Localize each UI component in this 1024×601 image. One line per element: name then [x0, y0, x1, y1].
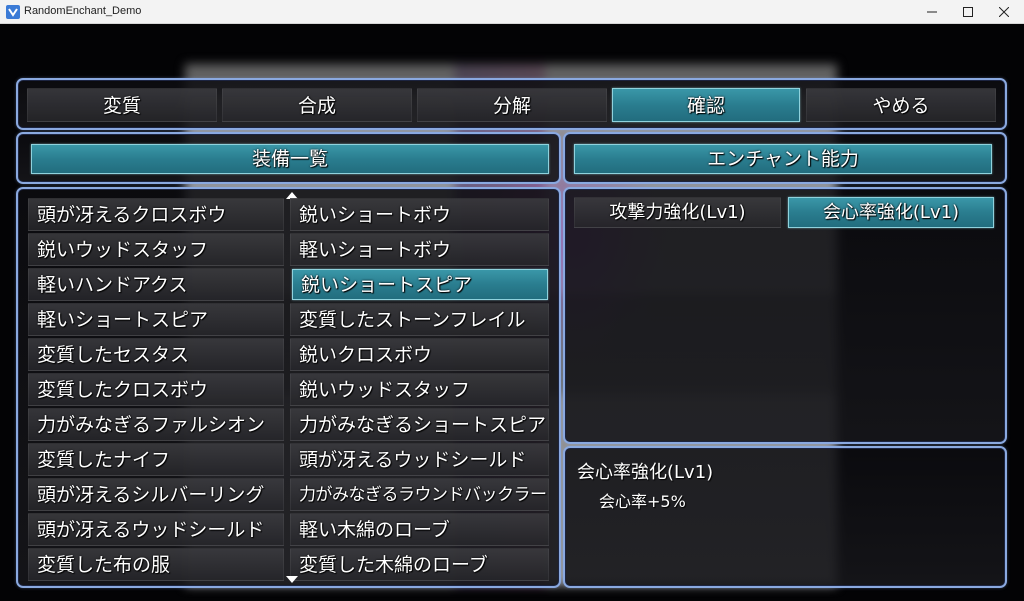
command-confirm[interactable]: 確認 — [612, 88, 800, 122]
maximize-icon — [963, 7, 973, 17]
equipment-item[interactable]: 鋭いショートボウ — [290, 198, 549, 231]
equipment-item[interactable]: 頭が冴えるウッドシールド — [28, 513, 284, 546]
equipment-header-window: 装備一覧 — [16, 132, 561, 184]
minimize-button[interactable] — [914, 0, 950, 24]
enchant-item[interactable]: 攻撃力強化(Lv1) — [574, 197, 781, 228]
equipment-item-selected[interactable]: 鋭いショートスピア — [292, 269, 548, 300]
close-button[interactable] — [986, 0, 1022, 24]
enchant-list-window: 攻撃力強化(Lv1) 会心率強化(Lv1) — [563, 187, 1007, 444]
enchant-header-window: エンチャント能力 — [563, 132, 1007, 184]
equipment-item[interactable]: 軽い木綿のローブ — [290, 513, 549, 546]
equipment-item[interactable]: 軽いショートボウ — [290, 233, 549, 266]
equipment-item[interactable]: 鋭いウッドスタッフ — [28, 233, 284, 266]
window-title: RandomEnchant_Demo — [24, 5, 142, 17]
equipment-item[interactable]: 力がみなぎるショートスピア — [290, 408, 549, 441]
equipment-item[interactable]: 頭が冴えるクロスボウ — [28, 198, 284, 231]
command-disassemble[interactable]: 分解 — [417, 88, 607, 122]
scroll-down-icon[interactable] — [286, 576, 298, 583]
maximize-button[interactable] — [950, 0, 986, 24]
equipment-item[interactable]: 変質したクロスボウ — [28, 373, 284, 406]
equipment-item[interactable]: 力がみなぎるラウンドバックラー — [290, 478, 549, 511]
help-title: 会心率強化(Lv1) — [577, 462, 714, 483]
command-transmute[interactable]: 変質 — [27, 88, 217, 122]
equipment-item[interactable]: 頭が冴えるシルバーリング — [28, 478, 284, 511]
enchant-item-selected[interactable]: 会心率強化(Lv1) — [788, 197, 994, 228]
equipment-list-header: 装備一覧 — [31, 144, 549, 174]
close-icon — [999, 7, 1009, 17]
enchant-abilities-header: エンチャント能力 — [574, 144, 992, 174]
equipment-item[interactable]: 変質したセスタス — [28, 338, 284, 371]
command-window: 変質 合成 分解 確認 やめる — [16, 78, 1007, 130]
minimize-icon — [927, 11, 937, 13]
app-icon — [6, 5, 20, 19]
help-effect: 会心率+5% — [599, 492, 686, 511]
equipment-item[interactable]: 軽いハンドアクス — [28, 268, 284, 301]
equipment-item[interactable]: 変質した木綿のローブ — [290, 548, 549, 581]
command-cancel[interactable]: やめる — [806, 88, 996, 122]
equipment-item[interactable]: 変質したナイフ — [28, 443, 284, 476]
equipment-item[interactable]: 軽いショートスピア — [28, 303, 284, 336]
equipment-list-window: 頭が冴えるクロスボウ 鋭いショートボウ 鋭いウッドスタッフ 軽いショートボウ 軽… — [16, 187, 561, 588]
equipment-item[interactable]: 変質したストーンフレイル — [290, 303, 549, 336]
equipment-item[interactable]: 頭が冴えるウッドシールド — [290, 443, 549, 476]
window-titlebar: RandomEnchant_Demo — [0, 0, 1024, 24]
equipment-item[interactable]: 力がみなぎるファルシオン — [28, 408, 284, 441]
equipment-item[interactable]: 鋭いクロスボウ — [290, 338, 549, 371]
game-viewport: 変質 合成 分解 確認 やめる 装備一覧 エンチャント能力 頭が冴えるクロスボウ… — [0, 24, 1024, 601]
command-synthesize[interactable]: 合成 — [222, 88, 412, 122]
help-window: 会心率強化(Lv1) 会心率+5% — [563, 446, 1007, 588]
equipment-item[interactable]: 変質した布の服 — [28, 548, 284, 581]
equipment-item[interactable]: 鋭いウッドスタッフ — [290, 373, 549, 406]
